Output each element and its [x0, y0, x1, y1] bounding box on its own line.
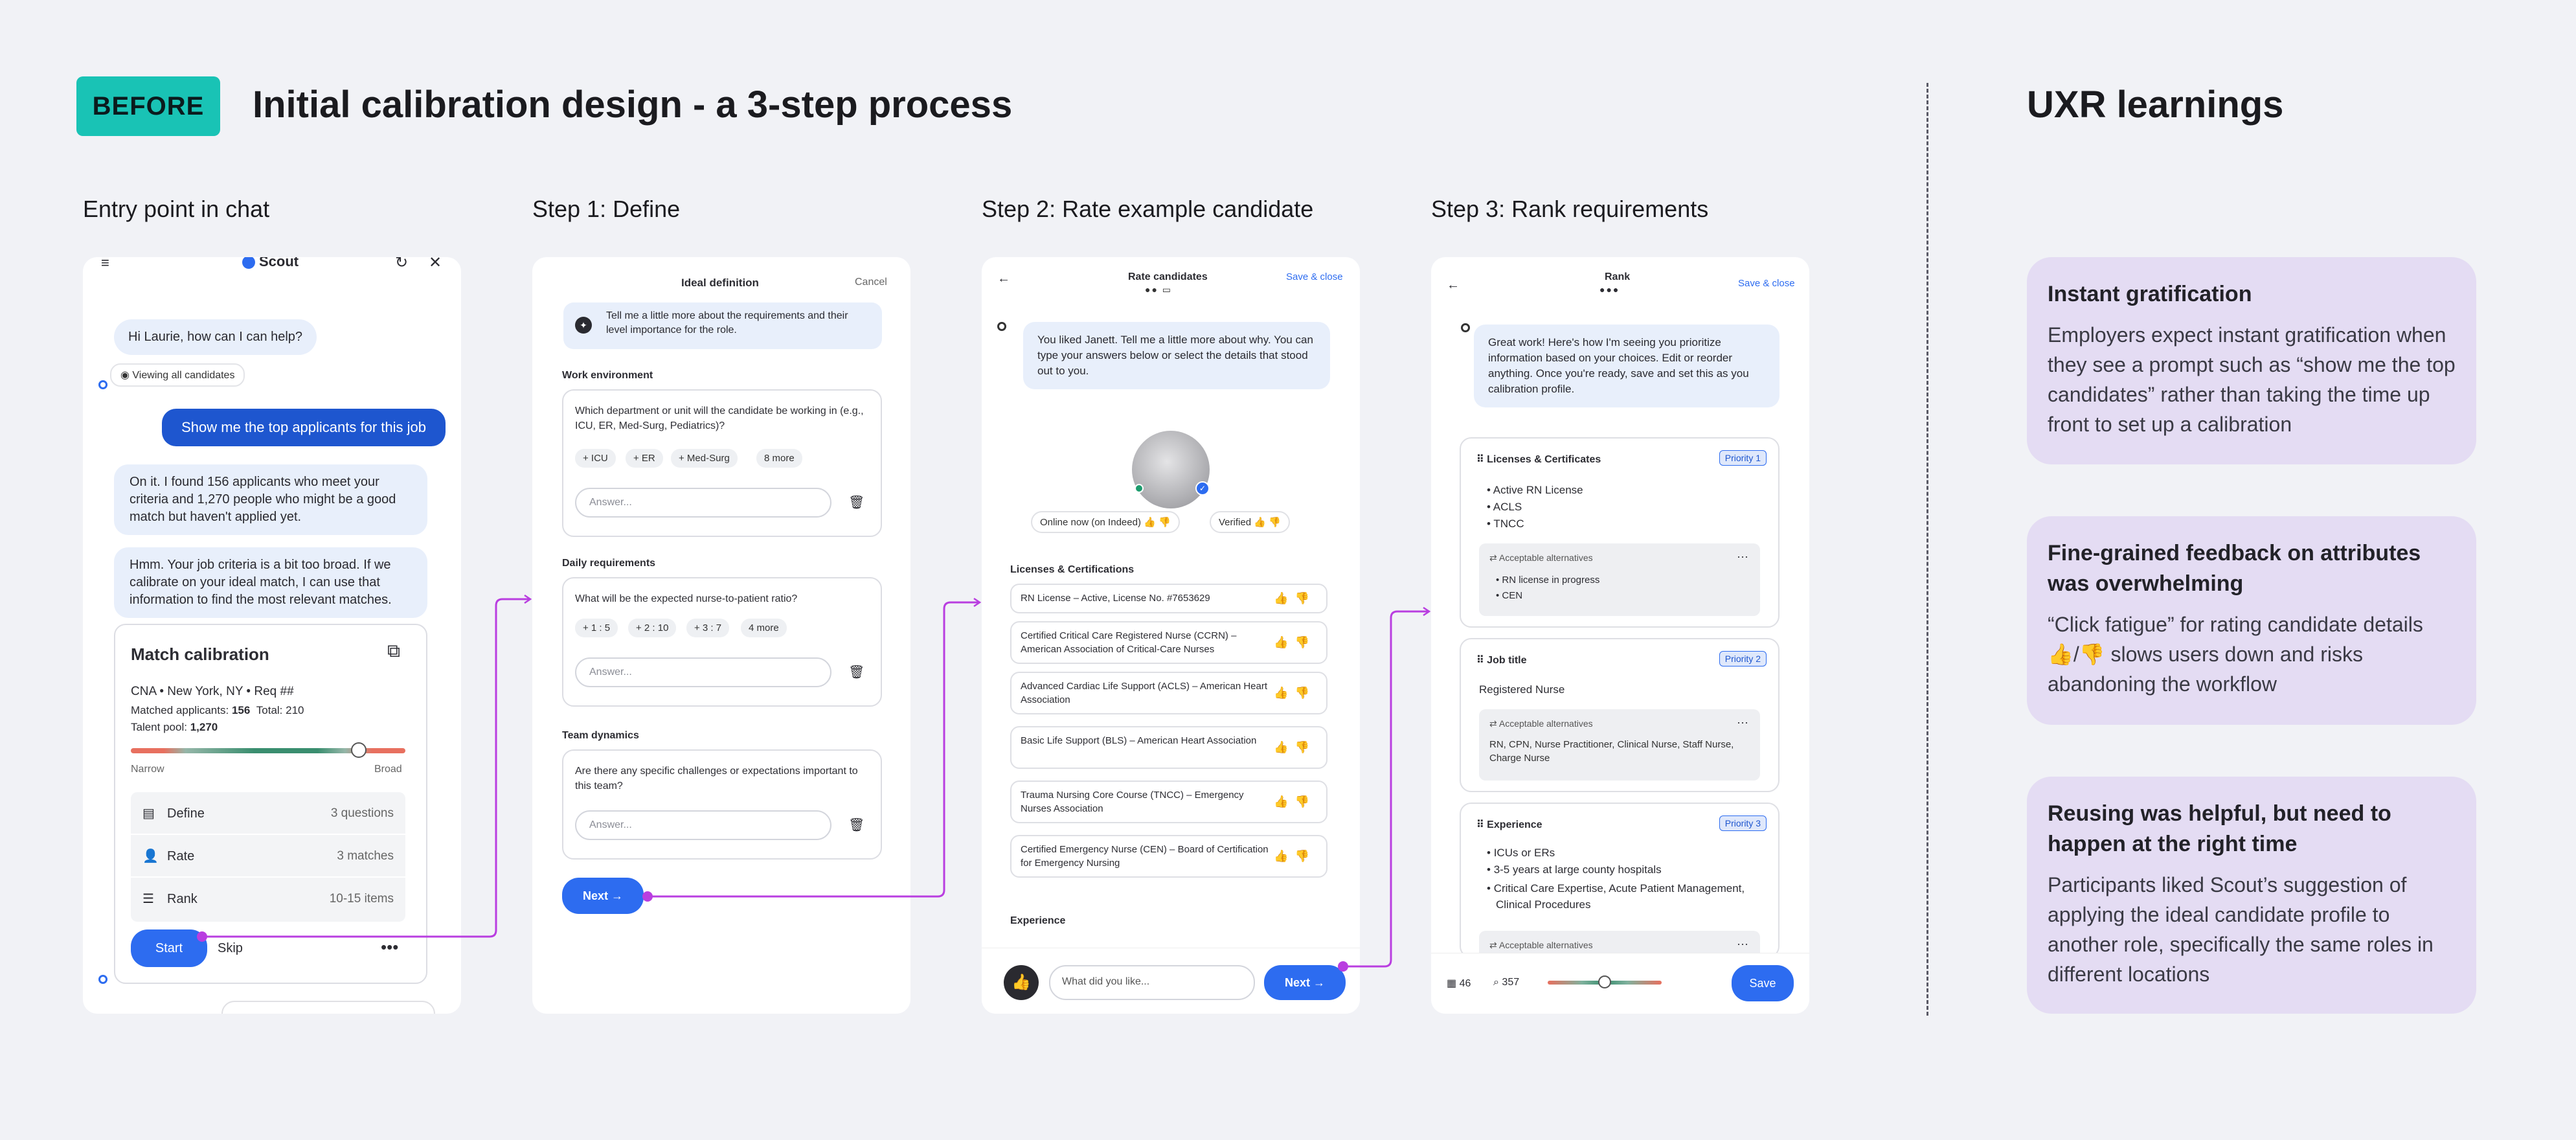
learning-body: Employers expect instant gratification w…	[2048, 323, 2456, 436]
connector-start-dot	[197, 931, 207, 942]
connector-start-to-define	[202, 599, 530, 938]
learning-card-reusing: Reusing was helpful, but need to happen …	[2027, 777, 2476, 1014]
learning-heading: Fine-grained feedback on attributes was …	[2048, 541, 2421, 596]
connector-start-dot	[642, 891, 653, 902]
connector-define-to-rate	[648, 602, 979, 898]
connector-rate-to-rank	[1343, 611, 1429, 968]
learning-body: Participants liked Scout’s suggestion of…	[2048, 873, 2434, 986]
learning-card-instant-gratification: Instant gratification Employers expect i…	[2027, 257, 2476, 464]
learning-heading: Reusing was helpful, but need to happen …	[2048, 801, 2391, 856]
learning-heading: Instant gratification	[2048, 282, 2252, 306]
connector-start-dot	[1338, 961, 1348, 972]
learning-card-feedback: Fine-grained feedback on attributes was …	[2027, 516, 2476, 725]
learning-body: “Click fatigue” for rating candidate det…	[2048, 613, 2423, 696]
